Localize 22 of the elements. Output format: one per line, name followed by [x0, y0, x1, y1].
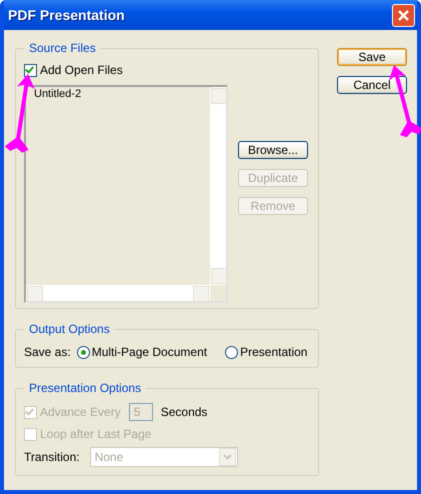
radio-label[interactable]: Presentation — [240, 345, 308, 359]
save-button[interactable]: Save — [337, 48, 407, 66]
radio-label[interactable]: Multi-Page Document — [92, 345, 208, 359]
group-title: Presentation Options — [24, 381, 146, 395]
scroll-left-button[interactable] — [27, 286, 43, 302]
close-icon[interactable] — [392, 4, 415, 26]
browse-button[interactable]: Browse... — [238, 140, 308, 158]
group-title: Output Options — [24, 322, 115, 336]
seconds-label: Seconds — [160, 405, 208, 419]
file-item[interactable]: Untitled-2 — [34, 88, 208, 100]
add-open-files-checkbox[interactable]: Add Open Files — [24, 63, 123, 77]
scroll-down-button[interactable] — [211, 268, 227, 284]
scroll-right-button[interactable] — [193, 286, 209, 302]
window-title: PDF Presentation — [8, 7, 125, 23]
group-title: Source Files — [24, 41, 101, 55]
save-as-label: Save as: — [24, 345, 71, 359]
transition-label: Transition: — [24, 450, 80, 464]
caret-icon — [218, 448, 236, 466]
scroll-up-button[interactable] — [211, 88, 227, 104]
radio-button[interactable] — [225, 346, 238, 358]
cancel-button[interactable]: Cancel — [337, 76, 407, 94]
radio-button[interactable] — [76, 346, 90, 358]
